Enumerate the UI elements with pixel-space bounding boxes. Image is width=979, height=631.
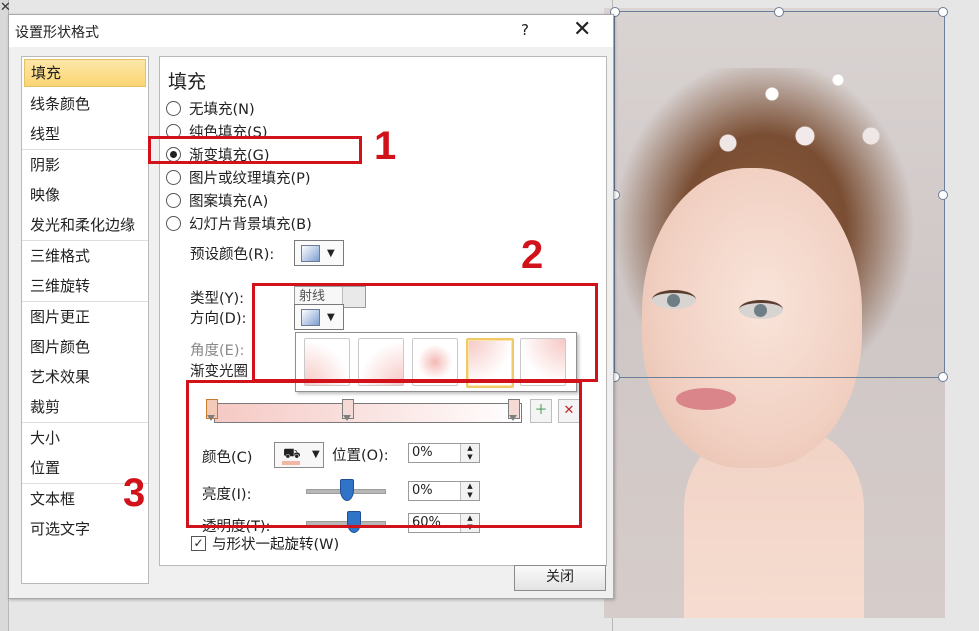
annotation-number-3: 3 <box>123 471 146 515</box>
panel-title: 填充 <box>168 71 207 93</box>
radio-button[interactable] <box>166 169 181 185</box>
annotation-number-1: 1 <box>374 124 397 168</box>
nav-item-reflection[interactable]: 映像 <box>22 180 148 210</box>
background-close-icon[interactable]: ✕ <box>0 0 11 15</box>
preset-colors-dropdown[interactable]: ▼ <box>294 240 344 266</box>
nav-item-fill[interactable]: 填充 <box>24 59 146 87</box>
annotation-number-2: 2 <box>521 233 544 277</box>
nav-item-picture-corrections[interactable]: 图片更正 <box>22 301 148 332</box>
help-button[interactable]: ? <box>521 21 529 39</box>
dialog-title: 设置形状格式 <box>15 25 99 41</box>
chevron-down-icon: ▼ <box>327 247 335 259</box>
radio-button[interactable] <box>166 192 181 208</box>
nav-item-line-style[interactable]: 线型 <box>22 119 148 149</box>
nav-item-size[interactable]: 大小 <box>22 422 148 453</box>
annotation-box-1 <box>148 136 362 164</box>
shape-selection-frame[interactable] <box>614 11 945 378</box>
nav-item-picture-color[interactable]: 图片颜色 <box>22 332 148 362</box>
nav-item-glow[interactable]: 发光和柔化边缘 <box>22 210 148 240</box>
close-icon[interactable]: ✕ <box>573 17 591 43</box>
rotate-with-shape-checkbox[interactable]: ✓ <box>191 536 206 551</box>
nav-item-shadow[interactable]: 阴影 <box>22 149 148 180</box>
resize-handle-top-right[interactable] <box>938 7 948 17</box>
nav-item-3d-rotation[interactable]: 三维旋转 <box>22 271 148 301</box>
rotate-with-shape-label: 与形状一起旋转(W) <box>212 537 340 553</box>
radio-button[interactable] <box>166 100 181 116</box>
nav-item-line-color[interactable]: 线条颜色 <box>22 89 148 119</box>
resize-handle-top[interactable] <box>774 7 784 17</box>
nav-item-3d-format[interactable]: 三维格式 <box>22 240 148 271</box>
gradient-preview-icon <box>301 244 320 262</box>
photo-lips <box>676 388 736 410</box>
radio-picture-fill[interactable]: 图片或纹理填充(P) <box>166 166 311 188</box>
nav-item-crop[interactable]: 裁剪 <box>22 392 148 422</box>
annotation-box-3 <box>186 380 582 528</box>
radio-button[interactable] <box>166 215 181 231</box>
resize-handle-bottom-right[interactable] <box>938 372 948 382</box>
dialog-title-bar[interactable]: 设置形状格式 ? ✕ <box>9 15 613 47</box>
preset-colors-label: 预设颜色(R): <box>190 246 275 263</box>
radio-no-fill[interactable]: 无填充(N) <box>166 97 255 119</box>
resize-handle-right[interactable] <box>938 190 948 200</box>
radio-slide-bg-fill[interactable]: 幻灯片背景填充(B) <box>166 212 312 234</box>
nav-item-alt-text[interactable]: 可选文字 <box>22 514 148 544</box>
direction-label: 方向(D): <box>190 310 247 327</box>
annotation-box-2 <box>252 283 598 382</box>
close-button[interactable]: 关闭 <box>514 565 606 591</box>
radio-pattern-fill[interactable]: 图案填充(A) <box>166 189 268 211</box>
nav-item-artistic-effects[interactable]: 艺术效果 <box>22 362 148 392</box>
